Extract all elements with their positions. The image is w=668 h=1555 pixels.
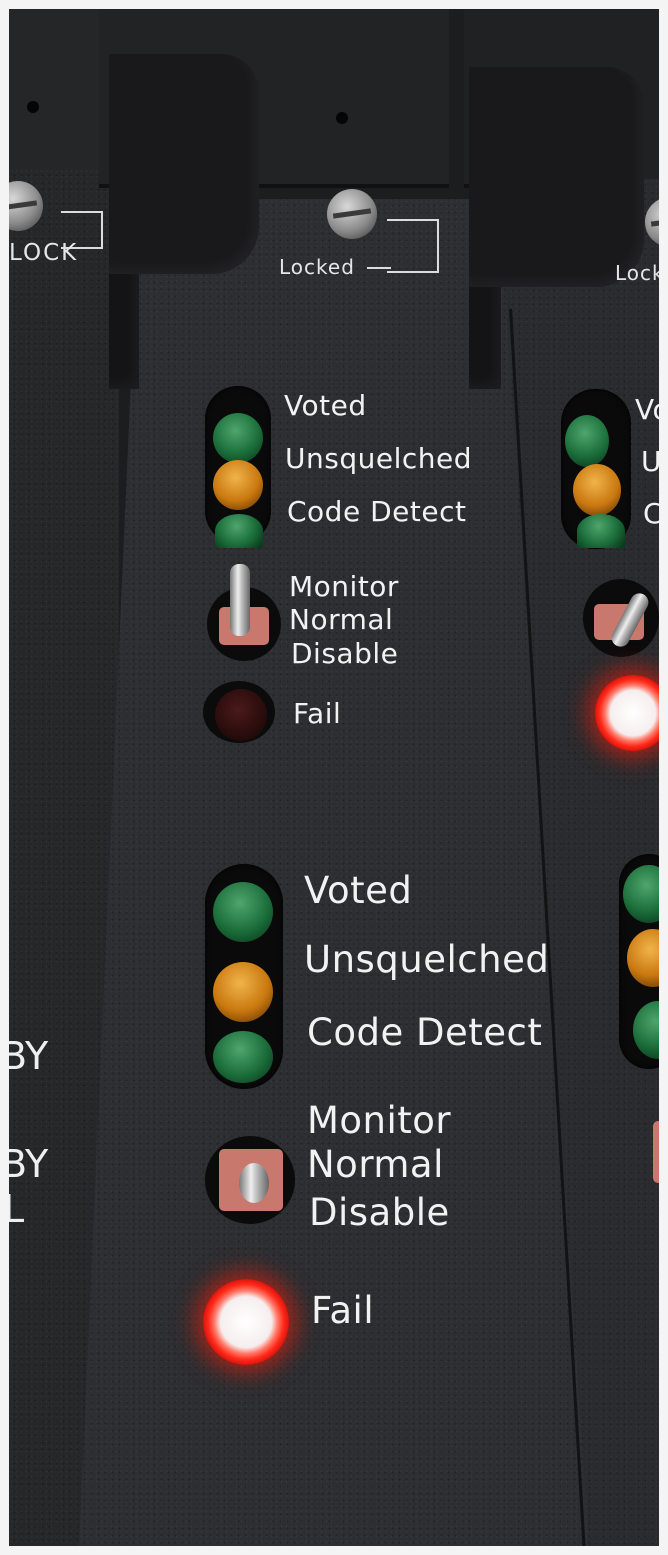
upper-normal-label: Normal	[289, 603, 394, 636]
upper-mode-toggle-switch[interactable]	[230, 564, 250, 636]
right-code-detect-led	[577, 514, 625, 548]
lower-normal-label: Normal	[307, 1143, 444, 1186]
center-lock-line	[387, 219, 439, 273]
lower-mode-toggle-switch[interactable]	[239, 1163, 269, 1203]
right-unsquelched-label-partial: U	[641, 445, 659, 478]
lower-voted-label: Voted	[304, 869, 413, 912]
upper-fail-label: Fail	[293, 697, 342, 730]
right-lock-label: Lock	[615, 261, 659, 285]
lower-code-detect-led	[213, 1031, 273, 1083]
lower-voted-led	[213, 882, 273, 942]
lower-disable-label: Disable	[309, 1191, 450, 1234]
center-lock-label: Locked	[279, 255, 355, 279]
lower-fail-led	[203, 1279, 289, 1365]
upper-monitor-label: Monitor	[289, 570, 399, 603]
right-voted-label-partial: Vo	[635, 393, 659, 426]
right-voted-led	[565, 415, 609, 467]
upper-fail-led	[215, 689, 267, 741]
lower-fail-label: Fail	[311, 1289, 375, 1332]
upper-unsquelched-led	[213, 460, 263, 510]
left-text-by-2: BY	[9, 1142, 49, 1186]
upper-code-detect-label: Code Detect	[287, 495, 467, 528]
mounting-hole	[336, 112, 348, 124]
lower-unsquelched-label: Unsquelched	[304, 938, 550, 981]
center-bracket	[109, 54, 259, 274]
center-lock-screw	[327, 189, 377, 239]
photo-frame: LOCK BY BY L Locked Lock Voted Unsquelch…	[9, 9, 659, 1546]
upper-code-detect-led	[215, 514, 263, 548]
right-unsquelched-led	[573, 464, 621, 516]
right-code-detect-label-partial: C	[643, 497, 659, 530]
upper-disable-label: Disable	[291, 637, 399, 670]
lower-code-detect-label: Code Detect	[307, 1011, 543, 1054]
lower-monitor-label: Monitor	[307, 1099, 452, 1142]
upper-unsquelched-label: Unsquelched	[285, 442, 472, 475]
right-bracket	[469, 67, 644, 287]
center-lock-dash	[367, 267, 391, 269]
upper-voted-label: Voted	[284, 389, 367, 422]
lower-unsquelched-led	[213, 962, 273, 1022]
left-text-by-1: BY	[9, 1034, 49, 1078]
right-lower-toggle-plate	[653, 1121, 659, 1183]
mounting-hole	[27, 101, 39, 113]
left-lock-label: LOCK	[9, 240, 79, 266]
upper-voted-led	[213, 413, 263, 463]
left-text-l: L	[9, 1187, 25, 1231]
